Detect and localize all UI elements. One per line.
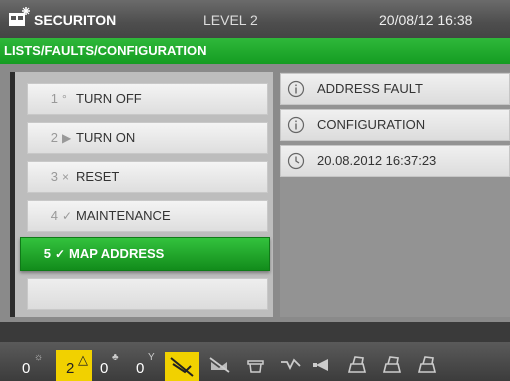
menu-item-label: TURN ON bbox=[76, 130, 136, 145]
fault-counter[interactable]: 2 △ bbox=[56, 350, 92, 381]
title-bar: SECURITON LEVEL 2 20/08/12 16:38 bbox=[0, 0, 510, 38]
menu-item-label: MAINTENANCE bbox=[76, 208, 171, 223]
detail-text: CONFIGURATION bbox=[317, 117, 426, 132]
breadcrumb: LISTS/FAULTS/CONFIGURATION bbox=[0, 38, 510, 64]
menu-item-turn-off[interactable]: 1 ° TURN OFF bbox=[27, 83, 268, 115]
fire-alarm-icon: ☼ bbox=[34, 352, 44, 363]
counter-value: 0 bbox=[100, 360, 109, 377]
clock-icon bbox=[287, 152, 305, 170]
print-icon[interactable] bbox=[415, 352, 441, 378]
print-icon[interactable] bbox=[380, 352, 406, 378]
menu-item-label: RESET bbox=[76, 169, 120, 184]
maintenance-icon[interactable] bbox=[243, 352, 269, 378]
menu-item-number: 5 bbox=[43, 246, 51, 261]
menu-item-number: 4 bbox=[50, 208, 58, 223]
detail-text: 20.08.2012 16:37:23 bbox=[317, 153, 437, 168]
access-level: LEVEL 2 bbox=[203, 12, 258, 28]
menu-item-turn-on[interactable]: 2 ▶ TURN ON bbox=[27, 122, 268, 154]
turn-off-icon: ° bbox=[62, 92, 67, 106]
status-strip bbox=[0, 322, 510, 342]
menu-item-label: MAP ADDRESS bbox=[69, 246, 165, 261]
check-icon: ✓ bbox=[62, 209, 73, 223]
check-icon: ✓ bbox=[55, 247, 66, 261]
detail-row-timestamp: 20.08.2012 16:37:23 bbox=[280, 145, 510, 177]
detail-row-category: CONFIGURATION bbox=[280, 109, 510, 141]
reset-x-icon: × bbox=[62, 170, 70, 184]
counter-value: 0 bbox=[136, 360, 145, 377]
main-content: 1 ° TURN OFF 2 ▶ TURN ON 3 × RESET 4 ✓ M… bbox=[0, 64, 510, 322]
counter-value: 0 bbox=[22, 360, 31, 377]
fault-warning-icon: △ bbox=[78, 352, 88, 367]
brand-name: SECURITON bbox=[34, 12, 117, 28]
horn-silenced-icon[interactable] bbox=[310, 352, 336, 378]
current-datetime: 20/08/12 16:38 bbox=[379, 12, 473, 28]
menu-item-number: 2 bbox=[50, 130, 58, 145]
pre-alarm-icon: ♣ bbox=[112, 352, 119, 363]
technical-alarm-icon: Y bbox=[148, 352, 155, 363]
play-icon: ▶ bbox=[62, 131, 72, 145]
info-icon bbox=[287, 80, 305, 98]
counter-value: 2 bbox=[66, 360, 75, 377]
detail-row-fault-type: ADDRESS FAULT bbox=[280, 73, 510, 105]
menu-item-number: 3 bbox=[50, 169, 58, 184]
menu-item-map-address[interactable]: 5 ✓ MAP ADDRESS bbox=[20, 237, 270, 271]
status-icon-bar: 0 ☼ 2 △ 0 ♣ 0 Y bbox=[0, 342, 510, 381]
menu-item-maintenance[interactable]: 4 ✓ MAINTENANCE bbox=[27, 200, 268, 232]
menu-item-empty[interactable] bbox=[27, 278, 268, 310]
turned-off-sirens-icon[interactable] bbox=[207, 352, 233, 378]
command-menu: 1 ° TURN OFF 2 ▶ TURN ON 3 × RESET 4 ✓ M… bbox=[10, 72, 273, 317]
menu-item-reset[interactable]: 3 × RESET bbox=[27, 161, 268, 193]
turned-off-detector-icon[interactable] bbox=[165, 352, 199, 381]
pre-alarm-counter[interactable]: 0 ♣ bbox=[100, 350, 140, 381]
print-icon[interactable] bbox=[345, 352, 371, 378]
menu-item-label: TURN OFF bbox=[76, 91, 142, 106]
info-icon bbox=[287, 116, 305, 134]
detail-text: ADDRESS FAULT bbox=[317, 81, 423, 96]
menu-item-number: 1 bbox=[50, 91, 58, 106]
fault-details-panel: ADDRESS FAULT CONFIGURATION 20.08.2012 1… bbox=[280, 72, 510, 317]
securiton-logo-icon bbox=[9, 7, 30, 26]
test-icon[interactable] bbox=[278, 352, 304, 378]
